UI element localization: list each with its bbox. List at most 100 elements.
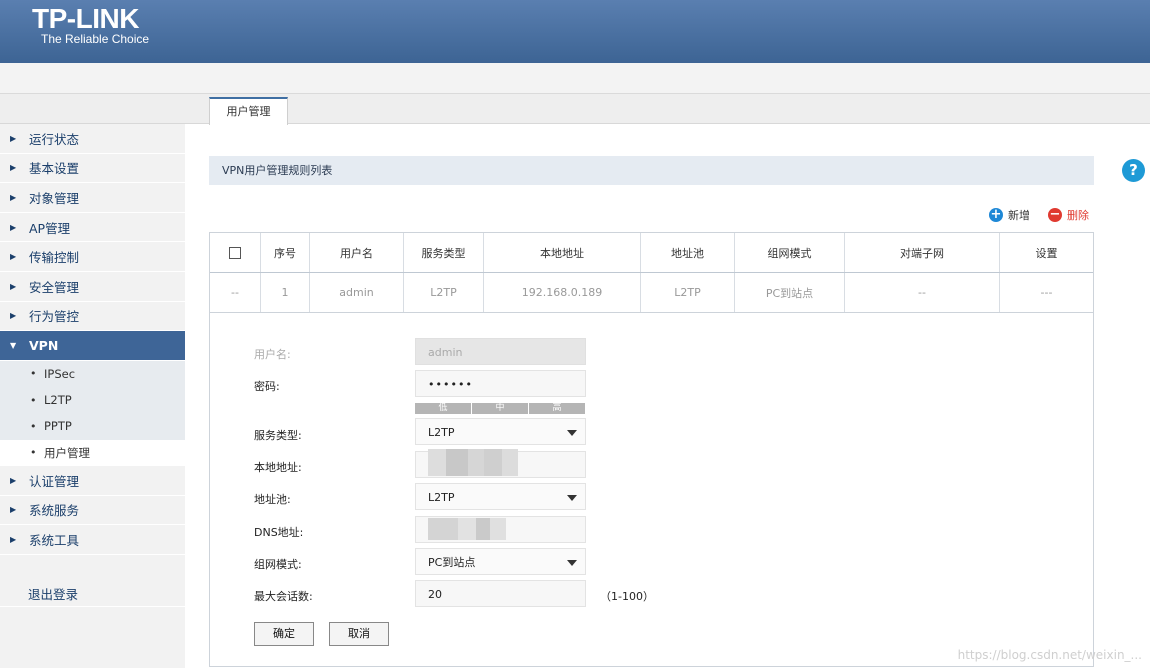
chevron-right-icon: ▶ <box>10 192 17 202</box>
table-cell: 1 <box>261 273 310 312</box>
vpn-user-table: 序号 用户名 服务类型 本地地址 地址池 组网模式 对端子网 设置 -- 1 a… <box>209 232 1094 667</box>
logo-text: TP-LINK <box>32 3 139 34</box>
sidebar-subitem-pptp[interactable]: • PPTP <box>0 413 185 440</box>
watermark: https://blog.csdn.net/weixin_... <box>957 648 1142 662</box>
service-type-select[interactable]: L2TP <box>415 418 586 445</box>
caret-down-icon <box>567 560 577 566</box>
address-pool-value: L2TP <box>428 491 455 504</box>
table-cell: L2TP <box>404 273 484 312</box>
sidebar-subitem-ipsec[interactable]: • IPSec <box>0 360 185 388</box>
sidebar-item-ap-management[interactable]: ▶ AP管理 <box>0 213 185 243</box>
sidebar-subitem-label: IPSec <box>44 366 76 381</box>
max-sessions-range: （1-100） <box>600 590 654 603</box>
sidebar-item-system-services[interactable]: ▶ 系统服务 <box>0 496 185 526</box>
sidebar-item-label: 行为管控 <box>29 309 80 325</box>
sidebar-item-label: 认证管理 <box>29 473 80 489</box>
table-cell: L2TP <box>641 273 735 312</box>
bullet-icon: • <box>30 419 37 433</box>
sidebar-item-label: VPN <box>29 337 59 353</box>
column-header: 地址池 <box>641 233 735 272</box>
sidebar-item-behavior-control[interactable]: ▶ 行为管控 <box>0 302 185 332</box>
sidebar-subitem-label: PPTP <box>44 419 72 434</box>
help-icon[interactable]: ? <box>1122 159 1145 182</box>
logout-link[interactable]: 退出登录 <box>28 584 78 603</box>
chevron-right-icon: ▶ <box>10 311 17 321</box>
strength-mid: 中 <box>472 403 528 414</box>
service-type-value: L2TP <box>428 426 455 439</box>
tab-bar <box>0 94 1150 124</box>
confirm-button[interactable]: 确定 <box>254 622 314 646</box>
sidebar-item-basic-settings[interactable]: ▶ 基本设置 <box>0 154 185 184</box>
add-label: 新增 <box>1008 209 1030 222</box>
table-row[interactable]: -- 1 admin L2TP 192.168.0.189 L2TP PC到站点… <box>210 273 1093 313</box>
tab-user-management[interactable]: 用户管理 <box>209 97 288 125</box>
sidebar-item-auth-management[interactable]: ▶ 认证管理 <box>0 466 185 496</box>
chevron-right-icon: ▶ <box>10 133 17 143</box>
bullet-icon: • <box>30 446 37 460</box>
password-label: 密码: <box>254 380 280 393</box>
chevron-right-icon: ▶ <box>10 222 17 232</box>
sidebar-item-label: 运行状态 <box>29 131 80 147</box>
chevron-right-icon: ▶ <box>10 281 17 291</box>
caret-down-icon <box>567 430 577 436</box>
chevron-right-icon: ▶ <box>10 534 17 544</box>
sidebar-item-object-management[interactable]: ▶ 对象管理 <box>0 183 185 213</box>
select-all-checkbox[interactable] <box>229 246 241 259</box>
delete-button[interactable]: − 删除 <box>1048 207 1089 223</box>
address-pool-label: 地址池: <box>254 493 291 506</box>
sidebar-item-transfer-control[interactable]: ▶ 传输控制 <box>0 242 185 272</box>
top-band <box>0 63 1150 94</box>
chevron-right-icon: ▶ <box>10 505 17 515</box>
table-cell: -- <box>845 273 1000 312</box>
password-field[interactable]: •••••• <box>415 370 586 397</box>
sidebar-item-security[interactable]: ▶ 安全管理 <box>0 272 185 302</box>
delete-label: 删除 <box>1067 209 1089 222</box>
plus-circle-icon: + <box>989 207 1003 222</box>
dns-address-label: DNS地址: <box>254 526 304 539</box>
sidebar-item-label: 基本设置 <box>29 161 80 177</box>
sidebar-item-vpn[interactable]: ▼ VPN <box>0 331 185 361</box>
table-cell: admin <box>310 273 404 312</box>
table-cell: 192.168.0.189 <box>484 273 641 312</box>
sidebar-subitem-l2tp[interactable]: • L2TP <box>0 387 185 414</box>
sidebar-subitem-user-management[interactable]: • 用户管理 <box>0 439 185 466</box>
caret-down-icon <box>567 495 577 501</box>
local-address-label: 本地地址: <box>254 461 302 474</box>
add-button[interactable]: + 新增 <box>989 207 1030 223</box>
sidebar-item-label: 系统服务 <box>29 503 80 519</box>
chevron-right-icon: ▶ <box>10 163 17 173</box>
max-sessions-field[interactable]: 20 <box>415 580 586 607</box>
select-all-cell <box>210 233 261 272</box>
sidebar-subitem-label: L2TP <box>44 393 72 408</box>
sidebar-item-label: 传输控制 <box>29 250 80 266</box>
username-field: admin <box>415 338 586 365</box>
address-pool-select[interactable]: L2TP <box>415 483 586 510</box>
sidebar-item-label: 系统工具 <box>29 532 80 548</box>
column-header: 本地地址 <box>484 233 641 272</box>
sidebar: ▶ 运行状态 ▶ 基本设置 ▶ 对象管理 ▶ AP管理 ▶ 传输控制 ▶ 安全管理 ▶ 行为管… <box>0 124 185 668</box>
chevron-down-icon: ▼ <box>10 340 17 350</box>
network-mode-value: PC到站点 <box>428 556 476 569</box>
password-strength-meter: 低 中 高 <box>415 403 586 414</box>
table-cell: --- <box>1040 286 1053 299</box>
tp-link-logo: TP-LINK The Reliable Choice <box>32 3 149 47</box>
chevron-right-icon: ▶ <box>10 475 17 485</box>
column-header: 序号 <box>261 233 310 272</box>
column-header: 服务类型 <box>404 233 484 272</box>
header: TP-LINK The Reliable Choice <box>0 0 1150 63</box>
network-mode-label: 组网模式: <box>254 558 302 571</box>
table-header: 序号 用户名 服务类型 本地地址 地址池 组网模式 对端子网 设置 <box>210 233 1093 273</box>
bullet-icon: • <box>30 367 37 381</box>
sidebar-item-status[interactable]: ▶ 运行状态 <box>0 124 185 154</box>
section-title: VPN用户管理规则列表 <box>209 156 1094 185</box>
network-mode-select[interactable]: PC到站点 <box>415 548 586 575</box>
sidebar-item-label: 安全管理 <box>29 279 80 295</box>
service-type-label: 服务类型: <box>254 429 302 442</box>
sidebar-subitem-label: 用户管理 <box>44 445 90 460</box>
cancel-button[interactable]: 取消 <box>329 622 389 646</box>
column-header: 对端子网 <box>845 233 1000 272</box>
max-sessions-label: 最大会话数: <box>254 590 313 603</box>
divider <box>0 606 185 607</box>
sidebar-item-system-tools[interactable]: ▶ 系统工具 <box>0 525 185 555</box>
username-label: 用户名: <box>254 348 291 361</box>
